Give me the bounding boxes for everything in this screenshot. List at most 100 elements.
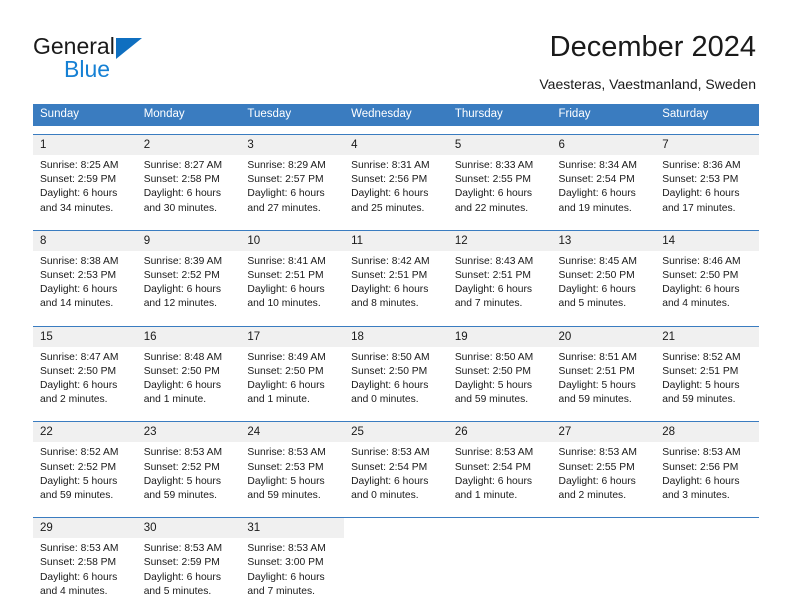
day-number: 5 bbox=[447, 135, 552, 155]
day-number: 6 bbox=[551, 135, 656, 155]
daylight-text-line2: and 4 minutes. bbox=[662, 298, 730, 310]
day-details: Sunrise: 8:53 AM Sunset: 2:54 PM Dayligh… bbox=[344, 442, 448, 509]
sunset-text: Sunset: 2:53 PM bbox=[40, 270, 117, 282]
daylight-text-line2: and 27 minutes. bbox=[247, 202, 321, 214]
sunrise-text: Sunrise: 8:53 AM bbox=[662, 447, 741, 459]
day-number: 27 bbox=[551, 422, 656, 443]
day-cell[interactable]: 9 Sunrise: 8:39 AM Sunset: 2:52 PM Dayli… bbox=[136, 230, 241, 318]
day-cell[interactable]: 30 Sunrise: 8:53 AM Sunset: 2:59 PM Dayl… bbox=[136, 518, 241, 606]
day-cell[interactable]: 31 Sunrise: 8:53 AM Sunset: 3:00 PM Dayl… bbox=[240, 518, 345, 606]
day-cell[interactable]: 23 Sunrise: 8:53 AM Sunset: 2:52 PM Dayl… bbox=[136, 422, 241, 510]
daylight-text-line1: Daylight: 6 hours bbox=[558, 284, 636, 296]
day-cell[interactable]: 29 Sunrise: 8:53 AM Sunset: 2:58 PM Dayl… bbox=[33, 518, 137, 606]
sunrise-text: Sunrise: 8:39 AM bbox=[143, 255, 223, 267]
day-cell[interactable]: 15 Sunrise: 8:47 AM Sunset: 2:50 PM Dayl… bbox=[33, 326, 137, 414]
daylight-text-line2: and 22 minutes. bbox=[454, 202, 529, 214]
sunrise-text: Sunrise: 8:33 AM bbox=[454, 160, 534, 171]
day-cell[interactable]: 8 Sunrise: 8:38 AM Sunset: 2:53 PM Dayli… bbox=[33, 230, 137, 318]
daylight-text-line2: and 5 minutes. bbox=[143, 585, 212, 597]
weekday-header-monday: Monday bbox=[143, 108, 185, 120]
day-cell[interactable]: 24 Sunrise: 8:53 AM Sunset: 2:53 PM Dayl… bbox=[240, 422, 345, 510]
daylight-text-line2: and 12 minutes. bbox=[143, 298, 217, 310]
day-cell[interactable]: 12 Sunrise: 8:43 AM Sunset: 2:51 PM Dayl… bbox=[447, 230, 552, 318]
daylight-text-line1: Daylight: 6 hours bbox=[558, 188, 636, 200]
daylight-text-line1: Daylight: 6 hours bbox=[40, 188, 118, 200]
week-row: 22 Sunrise: 8:52 AM Sunset: 2:52 PM Dayl… bbox=[33, 421, 759, 510]
logo-text-blue: Blue bbox=[64, 56, 111, 82]
day-number: 11 bbox=[344, 230, 448, 251]
sunrise-text: Sunrise: 8:45 AM bbox=[558, 255, 637, 267]
daylight-text-line1: Daylight: 6 hours bbox=[143, 380, 221, 392]
sunrise-text: Sunrise: 8:27 AM bbox=[143, 160, 223, 171]
day-cell[interactable]: 16 Sunrise: 8:48 AM Sunset: 2:50 PM Dayl… bbox=[136, 326, 241, 414]
sunset-text: Sunset: 2:51 PM bbox=[558, 365, 635, 377]
day-cell[interactable]: 13 Sunrise: 8:45 AM Sunset: 2:50 PM Dayl… bbox=[551, 230, 656, 318]
day-number: 21 bbox=[655, 326, 759, 347]
sunset-text: Sunset: 2:51 PM bbox=[662, 365, 739, 377]
daylight-text-line1: Daylight: 6 hours bbox=[143, 284, 221, 296]
day-cell[interactable]: 18 Sunrise: 8:50 AM Sunset: 2:50 PM Dayl… bbox=[344, 326, 448, 414]
sunset-text: Sunset: 2:50 PM bbox=[351, 365, 428, 377]
day-cell[interactable]: 10 Sunrise: 8:41 AM Sunset: 2:51 PM Dayl… bbox=[240, 230, 345, 318]
daylight-text-line1: Daylight: 6 hours bbox=[40, 571, 118, 583]
day-cell[interactable]: 1 Sunrise: 8:25 AM Sunset: 2:59 PM Dayli… bbox=[33, 135, 137, 222]
day-number: 22 bbox=[33, 422, 137, 443]
weekday-header-tuesday: Tuesday bbox=[247, 108, 292, 120]
day-number: 3 bbox=[240, 135, 345, 155]
sunset-text: Sunset: 2:52 PM bbox=[143, 270, 220, 282]
day-cell[interactable]: 28 Sunrise: 8:53 AM Sunset: 2:56 PM Dayl… bbox=[655, 422, 759, 510]
page-title: December 2024 bbox=[549, 31, 756, 63]
daylight-text-line2: and 59 minutes. bbox=[40, 490, 114, 502]
daylight-text-line1: Daylight: 6 hours bbox=[351, 475, 429, 487]
day-number: 20 bbox=[551, 326, 656, 347]
day-cell[interactable]: 19 Sunrise: 8:50 AM Sunset: 2:50 PM Dayl… bbox=[447, 326, 552, 414]
daylight-text-line2: and 0 minutes. bbox=[351, 490, 419, 502]
daylight-text-line2: and 19 minutes. bbox=[558, 202, 632, 214]
daylight-text-line2: and 14 minutes. bbox=[40, 298, 114, 310]
day-details: Sunrise: 8:53 AM Sunset: 2:59 PM Dayligh… bbox=[137, 538, 241, 605]
day-cell[interactable]: 27 Sunrise: 8:53 AM Sunset: 2:55 PM Dayl… bbox=[551, 422, 656, 510]
day-cell[interactable]: 22 Sunrise: 8:52 AM Sunset: 2:52 PM Dayl… bbox=[33, 422, 137, 510]
daylight-text-line1: Daylight: 5 hours bbox=[40, 475, 118, 487]
page-subtitle-location: Vaesteras, Vaestmanland, Sweden bbox=[539, 76, 756, 92]
daylight-text-line1: Daylight: 6 hours bbox=[247, 571, 325, 583]
sunrise-text: Sunrise: 8:51 AM bbox=[558, 351, 637, 363]
weekday-header-friday: Friday bbox=[558, 108, 591, 120]
sunset-text: Sunset: 2:51 PM bbox=[247, 270, 324, 282]
daylight-text-line1: Daylight: 6 hours bbox=[143, 571, 221, 583]
week-row: 15 Sunrise: 8:47 AM Sunset: 2:50 PM Dayl… bbox=[33, 325, 759, 414]
day-number: 29 bbox=[33, 518, 137, 539]
day-cell[interactable]: 17 Sunrise: 8:49 AM Sunset: 2:50 PM Dayl… bbox=[240, 326, 345, 414]
daylight-text-line1: Daylight: 6 hours bbox=[558, 475, 636, 487]
daylight-text-line2: and 59 minutes. bbox=[143, 490, 217, 502]
day-cell[interactable]: 25 Sunrise: 8:53 AM Sunset: 2:54 PM Dayl… bbox=[344, 422, 448, 510]
sunrise-text: Sunrise: 8:41 AM bbox=[247, 255, 326, 267]
logo-triangle-icon bbox=[116, 38, 142, 59]
day-cell[interactable]: 26 Sunrise: 8:53 AM Sunset: 2:54 PM Dayl… bbox=[447, 422, 552, 510]
day-cell[interactable]: 20 Sunrise: 8:51 AM Sunset: 2:51 PM Dayl… bbox=[551, 326, 656, 414]
day-cell[interactable]: 4 Sunrise: 8:31 AM Sunset: 2:56 PM Dayli… bbox=[344, 135, 448, 222]
day-cell[interactable]: 7 Sunrise: 8:36 AM Sunset: 2:53 PM Dayli… bbox=[655, 135, 759, 222]
day-cell-empty bbox=[344, 518, 448, 606]
daylight-text-line1: Daylight: 6 hours bbox=[351, 380, 429, 392]
day-cell[interactable]: 5 Sunrise: 8:33 AM Sunset: 2:55 PM Dayli… bbox=[447, 135, 552, 222]
day-details: Sunrise: 8:43 AM Sunset: 2:51 PM Dayligh… bbox=[448, 251, 552, 318]
day-cell[interactable]: 14 Sunrise: 8:46 AM Sunset: 2:50 PM Dayl… bbox=[655, 230, 759, 318]
sunrise-text: Sunrise: 8:50 AM bbox=[454, 351, 534, 363]
day-number: 16 bbox=[136, 326, 241, 347]
day-cell[interactable]: 11 Sunrise: 8:42 AM Sunset: 2:51 PM Dayl… bbox=[344, 230, 448, 318]
daylight-text-line1: Daylight: 6 hours bbox=[40, 380, 118, 392]
day-cell[interactable]: 21 Sunrise: 8:52 AM Sunset: 2:51 PM Dayl… bbox=[655, 326, 759, 414]
day-cell[interactable]: 2 Sunrise: 8:27 AM Sunset: 2:58 PM Dayli… bbox=[136, 135, 241, 222]
day-details: Sunrise: 8:27 AM Sunset: 2:58 PM Dayligh… bbox=[137, 155, 241, 222]
day-cell[interactable]: 3 Sunrise: 8:29 AM Sunset: 2:57 PM Dayli… bbox=[240, 135, 345, 222]
sunset-text: Sunset: 2:50 PM bbox=[662, 270, 739, 282]
sunset-text: Sunset: 2:50 PM bbox=[40, 365, 117, 377]
day-cell[interactable]: 6 Sunrise: 8:34 AM Sunset: 2:54 PM Dayli… bbox=[551, 135, 656, 222]
daylight-text-line2: and 30 minutes. bbox=[143, 202, 217, 214]
sunset-text: Sunset: 2:58 PM bbox=[40, 557, 117, 569]
sunset-text: Sunset: 2:50 PM bbox=[143, 365, 220, 377]
daylight-text-line1: Daylight: 5 hours bbox=[454, 380, 533, 392]
weekday-header-saturday: Saturday bbox=[662, 108, 709, 120]
weekday-header-thursday: Thursday bbox=[454, 108, 503, 120]
